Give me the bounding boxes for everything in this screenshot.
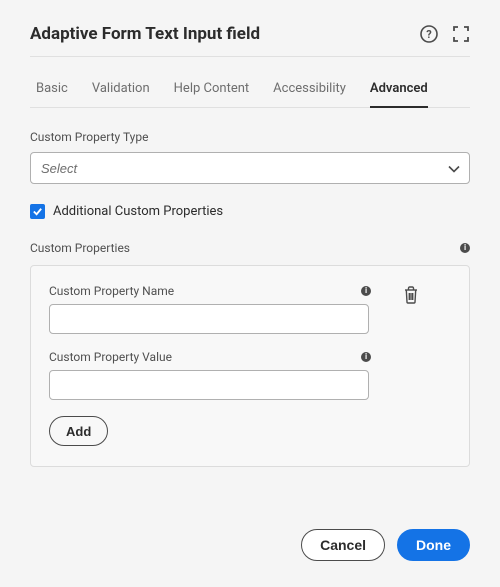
additional-properties-checkbox[interactable] xyxy=(30,204,45,219)
tablist: Basic Validation Help Content Accessibil… xyxy=(30,75,470,108)
property-name-label: Custom Property Name xyxy=(49,284,174,298)
tab-accessibility[interactable]: Accessibility xyxy=(273,75,346,108)
dialog: Adaptive Form Text Input field ? Basic V… xyxy=(0,0,500,587)
fullscreen-icon[interactable] xyxy=(452,25,470,43)
select-placeholder: Select xyxy=(41,161,77,176)
custom-properties-label: Custom Properties xyxy=(30,241,130,255)
cancel-button[interactable]: Cancel xyxy=(301,529,385,561)
dialog-header: Adaptive Form Text Input field ? xyxy=(30,24,470,57)
done-button[interactable]: Done xyxy=(397,529,470,561)
tab-advanced[interactable]: Advanced xyxy=(370,75,428,108)
custom-property-type-select[interactable]: Select xyxy=(30,152,470,184)
custom-properties-header: Custom Properties i xyxy=(30,241,470,255)
property-name-field: Custom Property Name i xyxy=(49,284,451,334)
info-icon[interactable]: i xyxy=(460,243,470,253)
info-icon[interactable]: i xyxy=(361,286,371,296)
tab-validation[interactable]: Validation xyxy=(92,75,150,108)
info-icon[interactable]: i xyxy=(361,352,371,362)
dialog-title: Adaptive Form Text Input field xyxy=(30,24,260,44)
dialog-footer: Cancel Done xyxy=(301,529,470,561)
property-value-label: Custom Property Value xyxy=(49,350,172,364)
property-name-input[interactable] xyxy=(49,304,369,334)
additional-properties-label: Additional Custom Properties xyxy=(53,204,223,219)
trash-icon[interactable] xyxy=(403,286,419,308)
custom-property-type-label: Custom Property Type xyxy=(30,130,470,144)
help-icon[interactable]: ? xyxy=(420,25,438,43)
additional-properties-row: Additional Custom Properties xyxy=(30,204,470,219)
header-icons: ? xyxy=(420,25,470,43)
tab-help-content[interactable]: Help Content xyxy=(174,75,250,108)
property-value-field: Custom Property Value i xyxy=(49,350,451,400)
custom-property-type-select-wrap: Select xyxy=(30,152,470,184)
property-value-input[interactable] xyxy=(49,370,369,400)
tab-basic[interactable]: Basic xyxy=(36,75,68,108)
svg-text:?: ? xyxy=(426,28,432,41)
custom-properties-panel: Custom Property Name i Custom Property V… xyxy=(30,265,470,467)
add-button[interactable]: Add xyxy=(49,416,108,446)
